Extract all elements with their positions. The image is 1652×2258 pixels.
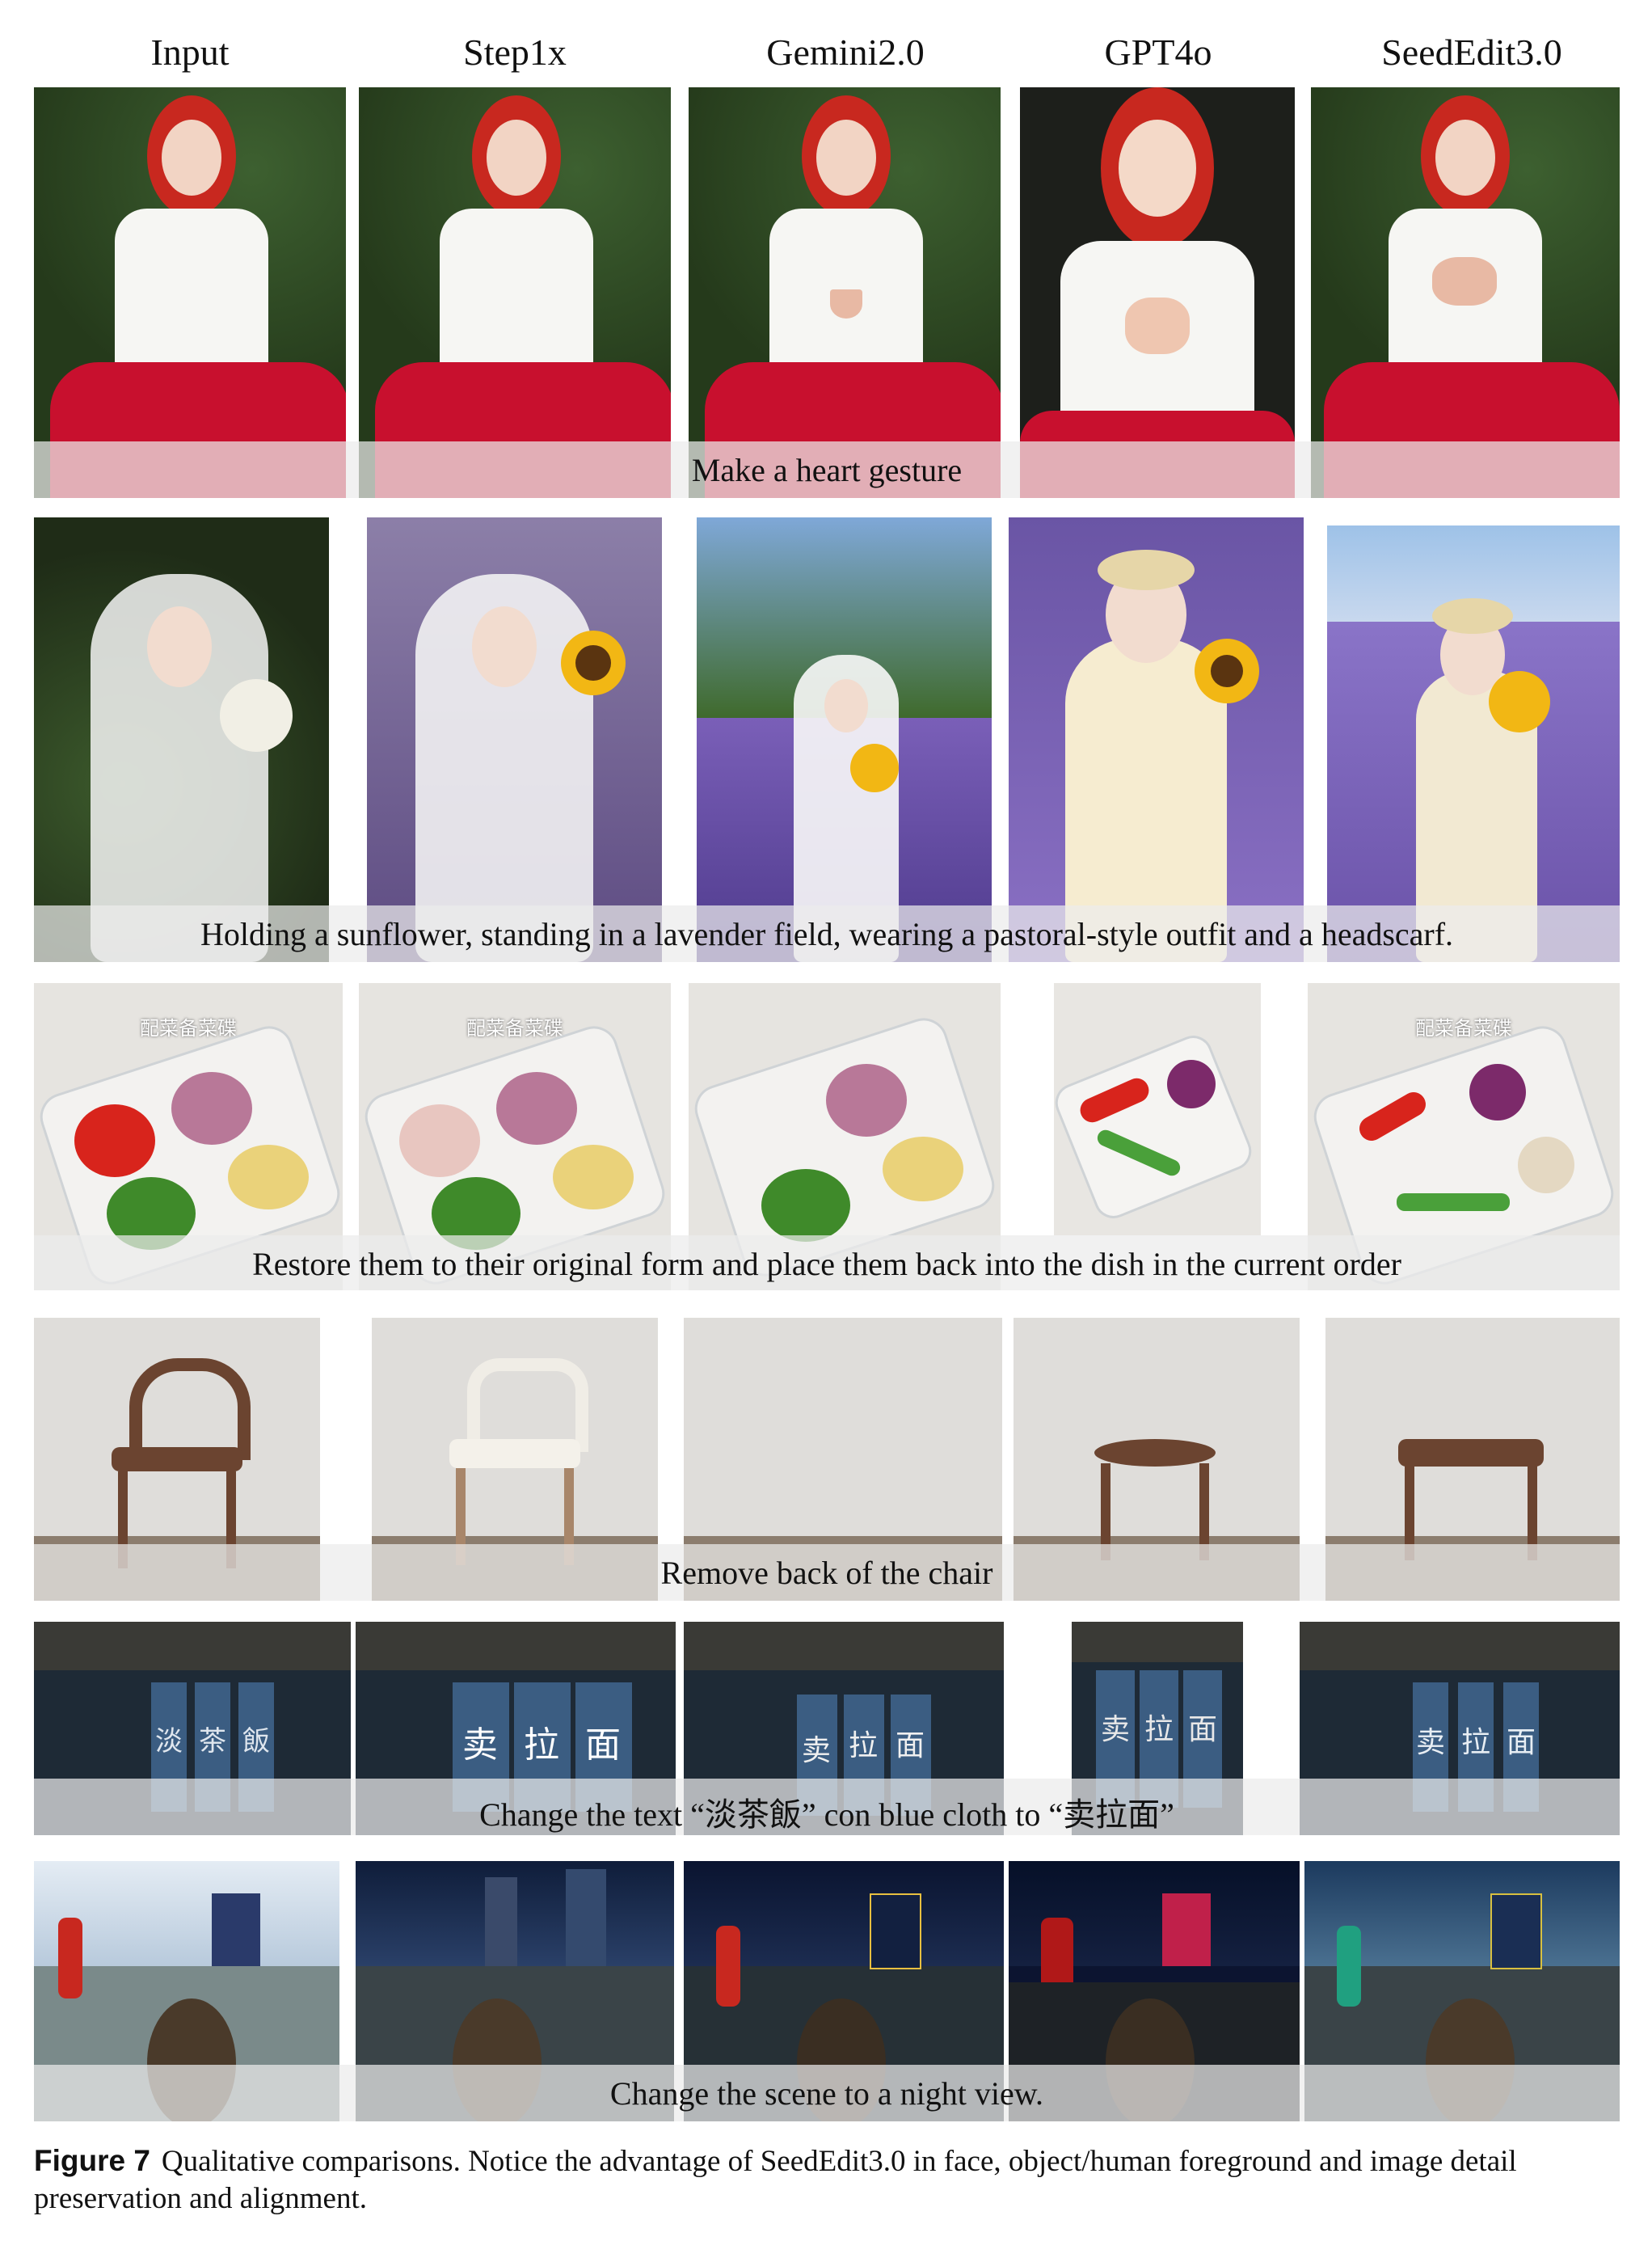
column-header-input: Input xyxy=(150,32,230,73)
image-gemini-bride xyxy=(697,517,992,962)
caption-band-1: Make a heart gesture xyxy=(34,441,1620,498)
dish-label-input: 配菜备菜碟 xyxy=(140,1017,237,1040)
image-seededit-bride xyxy=(1327,525,1620,962)
image-gpt4o-dish xyxy=(1054,983,1261,1235)
dish-label-step1x: 配菜备菜碟 xyxy=(466,1017,563,1040)
cloth-char-gpt4o-1: 卖 xyxy=(1101,1713,1131,1746)
image-seededit-heart xyxy=(1311,87,1620,498)
cloth-char-gemini-2: 拉 xyxy=(849,1729,879,1762)
cloth-char-step1x-2: 拉 xyxy=(524,1724,559,1766)
image-step1x-heart xyxy=(359,87,671,498)
caption-band-5: Change the text “淡茶飯” con blue cloth to … xyxy=(34,1779,1620,1835)
cloth-char-step1x-3: 面 xyxy=(585,1724,621,1766)
cloth-char-gpt4o-2: 拉 xyxy=(1144,1713,1174,1746)
cloth-char-step1x-1: 卖 xyxy=(462,1724,498,1766)
cloth-char-3: 飯 xyxy=(242,1725,270,1758)
figure-caption: Figure 7 Qualitative comparisons. Notice … xyxy=(34,2142,1622,2218)
caption-chairs: Remove back of the chair xyxy=(660,1555,993,1591)
cloth-char-gpt4o-3: 面 xyxy=(1188,1713,1218,1746)
cloth-char-gemini-3: 面 xyxy=(896,1729,925,1762)
image-gemini-heart xyxy=(689,87,1001,498)
dish-label-seededit: 配菜备菜碟 xyxy=(1415,1017,1512,1040)
image-gpt4o-heart xyxy=(1020,87,1295,498)
caption-band-4: Remove back of the chair xyxy=(34,1544,1620,1601)
figure-caption-text: Qualitative comparisons. Notice the adva… xyxy=(34,2145,1517,2215)
cloth-char-seededit-2: 拉 xyxy=(1461,1726,1491,1759)
image-gpt4o-bride xyxy=(1009,517,1304,962)
image-step1x-bride xyxy=(367,517,662,962)
cloth-char-seededit-3: 面 xyxy=(1507,1726,1536,1759)
cloth-char-1: 淡 xyxy=(155,1725,183,1758)
caption-heart-gesture: Make a heart gesture xyxy=(691,452,963,488)
column-header-gpt4o: GPT4o xyxy=(1104,32,1212,73)
column-header-step1x: Step1x xyxy=(463,32,567,73)
caption-sunflower: Holding a sunflower, standing in a laven… xyxy=(200,916,1454,952)
caption-dishes: Restore them to their original form and … xyxy=(252,1246,1401,1282)
column-header-seededit: SeedEdit3.0 xyxy=(1381,32,1562,73)
caption-band-3: Restore them to their original form and … xyxy=(34,1235,1620,1290)
image-input-bride xyxy=(34,517,329,962)
image-input-heart xyxy=(34,87,346,498)
cloth-char-2: 茶 xyxy=(199,1725,226,1758)
figure-label: Figure 7 xyxy=(34,2144,150,2177)
caption-cloth-text: Change the text “淡茶飯” con blue cloth to … xyxy=(479,1796,1174,1833)
caption-band-2: Holding a sunflower, standing in a laven… xyxy=(34,905,1620,962)
column-header-gemini: Gemini2.0 xyxy=(766,32,925,73)
cloth-char-seededit-1: 卖 xyxy=(1416,1726,1446,1759)
cloth-char-gemini-1: 卖 xyxy=(802,1734,832,1767)
caption-band-6: Change the scene to a night view. xyxy=(34,2065,1620,2121)
caption-night-view: Change the scene to a night view. xyxy=(609,2075,1044,2112)
